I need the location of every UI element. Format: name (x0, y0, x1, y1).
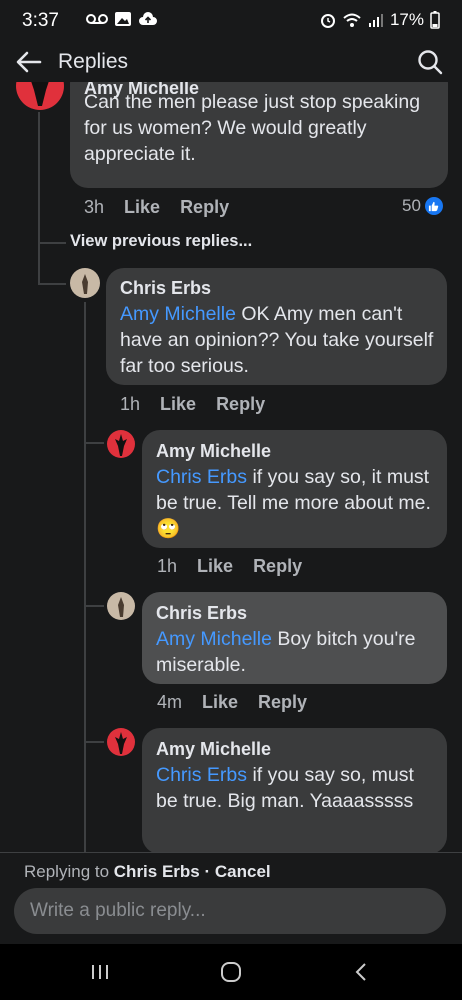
comment-author[interactable]: Amy Michelle (156, 739, 271, 760)
comment-author[interactable]: Amy Michelle (156, 441, 271, 462)
comment-bubble[interactable]: Amy Michelle Chris Erbs if you say so, m… (142, 728, 447, 852)
mention-link[interactable]: Amy Michelle (120, 303, 236, 325)
comment-text: Amy Michelle Boy bitch you're miserable. (156, 626, 435, 678)
comment-time[interactable]: 4m (157, 692, 182, 713)
signal-icon (368, 14, 383, 27)
mention-link[interactable]: Chris Erbs (156, 764, 247, 786)
status-time: 3:37 (22, 10, 59, 31)
reply-button[interactable]: Reply (216, 394, 265, 415)
search-icon[interactable] (416, 48, 444, 76)
system-nav-bar (0, 944, 462, 1000)
gallery-icon (115, 12, 131, 26)
comment-bubble-selected[interactable]: Chris Erbs Amy Michelle Boy bitch you're… (142, 592, 447, 684)
home-icon[interactable] (211, 958, 251, 986)
reply-composer: Replying to Chris Erbs · Cancel Write a … (0, 852, 462, 945)
voicemail-icon (86, 14, 108, 24)
comment-bubble[interactable]: Amy Michelle Can the men please just sto… (70, 82, 448, 188)
mention-link[interactable]: Chris Erbs (156, 466, 247, 488)
thread-line (84, 442, 104, 444)
avatar[interactable] (107, 728, 135, 756)
reaction-count-value: 50 (402, 196, 421, 215)
status-bar: 3:37 17% (0, 0, 462, 42)
reply-button[interactable]: Reply (180, 197, 229, 218)
cancel-reply-button[interactable]: · Cancel (200, 862, 270, 881)
like-button[interactable]: Like (124, 197, 160, 218)
avatar[interactable] (70, 268, 100, 298)
wifi-icon (343, 13, 361, 27)
thread-line (84, 605, 104, 607)
thread-line (38, 242, 66, 244)
comment-time[interactable]: 1h (120, 394, 140, 415)
reply-input-placeholder: Write a public reply... (30, 900, 206, 921)
comment-author[interactable]: Chris Erbs (156, 603, 247, 624)
alarm-icon (320, 14, 335, 28)
like-button[interactable]: Like (197, 556, 233, 577)
reaction-count[interactable]: 50 (402, 196, 443, 216)
comment-text: Amy Michelle OK Amy men can't have an op… (120, 301, 435, 379)
comment-author[interactable]: Chris Erbs (120, 278, 211, 299)
reply-button[interactable]: Reply (253, 556, 302, 577)
reply-input[interactable]: Write a public reply... (14, 888, 446, 934)
battery-icon (430, 11, 440, 29)
recent-apps-icon[interactable] (80, 958, 120, 986)
eye-roll-emoji: 🙄 (156, 518, 181, 540)
avatar[interactable] (16, 82, 64, 110)
thread-line (38, 283, 66, 285)
view-previous-replies[interactable]: View previous replies... (70, 232, 252, 251)
back-arrow-icon[interactable] (14, 48, 44, 76)
avatar[interactable] (107, 592, 135, 620)
back-nav-icon[interactable] (341, 958, 381, 986)
comment-bubble[interactable]: Amy Michelle Chris Erbs if you say so, i… (142, 430, 447, 548)
replying-prefix: Replying to (24, 862, 114, 881)
page-title: Replies (58, 50, 129, 73)
like-button[interactable]: Like (202, 692, 238, 713)
comment-text: Chris Erbs if you say so, it must be tru… (156, 464, 435, 542)
mention-link[interactable]: Amy Michelle (156, 628, 272, 650)
comment-text: Chris Erbs if you say so, must be true. … (156, 762, 435, 814)
thread-line (84, 741, 104, 743)
comment-time[interactable]: 3h (84, 197, 104, 218)
replying-name: Chris Erbs (113, 862, 200, 881)
comment-text: Can the men please just stop speaking fo… (84, 91, 421, 165)
reply-button[interactable]: Reply (258, 692, 307, 713)
comment-bubble[interactable]: Chris Erbs Amy Michelle OK Amy men can't… (106, 268, 447, 385)
cloud-upload-icon (139, 12, 157, 25)
comment-time[interactable]: 1h (157, 556, 177, 577)
thread-line (84, 302, 86, 852)
comment-thread: Amy Michelle Can the men please just sto… (0, 82, 462, 852)
like-button[interactable]: Like (160, 394, 196, 415)
thread-line (38, 242, 40, 284)
replying-to: Replying to Chris Erbs · Cancel (24, 862, 271, 882)
app-bar: Replies (0, 42, 462, 82)
thread-line (38, 112, 40, 242)
battery-percent: 17% (389, 10, 424, 29)
avatar[interactable] (107, 430, 135, 458)
thumbs-up-icon (424, 197, 443, 215)
